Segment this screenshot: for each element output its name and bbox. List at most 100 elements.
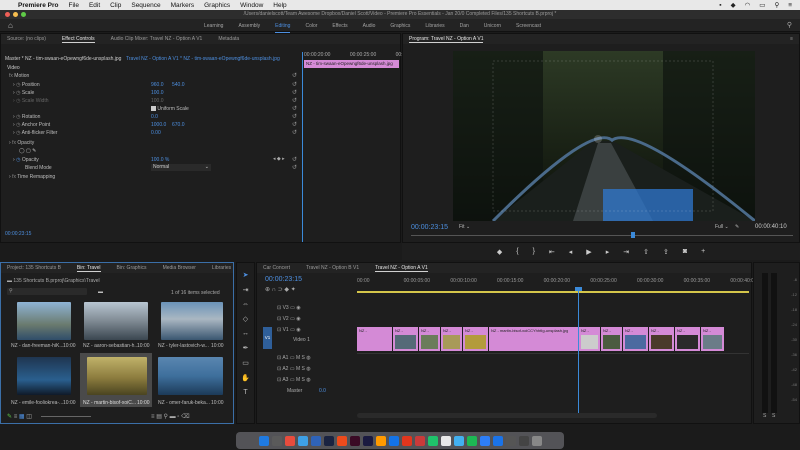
- ellipse-mask-icon[interactable]: ◯: [19, 148, 25, 154]
- step-back-icon[interactable]: ◂: [569, 248, 573, 256]
- time-remap-row[interactable]: › fx Time Remapping: [9, 174, 55, 180]
- menu-sequence[interactable]: Sequence: [131, 2, 160, 9]
- chrome-icon[interactable]: [284, 435, 295, 446]
- workspace-tab-effects[interactable]: Effects: [332, 23, 347, 29]
- keyframe-nav[interactable]: ◂ ◆ ▸: [273, 156, 285, 162]
- position-y-value[interactable]: 540.0: [172, 82, 185, 88]
- timeline-clip[interactable]: NZ -: [357, 327, 392, 351]
- opacity-header-row[interactable]: › fx Opacity: [9, 140, 34, 146]
- lock-icon[interactable]: ⊡: [277, 366, 281, 372]
- quality-dropdown[interactable]: Full ⌄: [715, 224, 729, 230]
- workspace-tab-editing[interactable]: Editing: [275, 23, 291, 33]
- ec-mini-clip[interactable]: NZ - tim-swaan-eOpewngf6de-unsplash.jpg: [304, 60, 399, 68]
- scale-value[interactable]: 100.0: [151, 90, 164, 96]
- icon-view-icon[interactable]: ▦: [19, 414, 25, 420]
- reset-icon[interactable]: ↺: [292, 129, 297, 136]
- workspace-tab-graphics[interactable]: Graphics: [390, 23, 410, 29]
- after-effects-icon[interactable]: [362, 435, 373, 446]
- sequence-clip-label[interactable]: Travel NZ - Option A V1 * NZ - tim-swaan…: [126, 56, 280, 62]
- export-frame-icon[interactable]: ◙: [683, 248, 687, 255]
- search-icon[interactable]: ⚲: [164, 414, 168, 420]
- anchor-y-value[interactable]: 670.0: [172, 122, 185, 128]
- snap-icon[interactable]: ∩: [272, 287, 276, 293]
- motion-row[interactable]: fx Motion: [9, 73, 29, 79]
- close-window-button[interactable]: [5, 12, 10, 17]
- menu-icon[interactable]: ≡: [790, 36, 793, 42]
- xd-icon[interactable]: [388, 435, 399, 446]
- word-icon[interactable]: [492, 435, 503, 446]
- workspace-tab-color[interactable]: Color: [305, 23, 317, 29]
- tab-metadata[interactable]: Metadata: [218, 36, 239, 42]
- pen-mask-icon[interactable]: ✎: [32, 148, 36, 154]
- timeline-clip[interactable]: NZ -: [623, 327, 648, 351]
- menu-file[interactable]: File: [68, 2, 78, 9]
- tab-bin-travel[interactable]: Bin: Travel: [76, 265, 101, 272]
- menu-markers[interactable]: Markers: [171, 2, 194, 9]
- sync-icon[interactable]: ▭: [290, 377, 295, 383]
- reset-icon[interactable]: ↺: [292, 97, 297, 104]
- workspace-tab-dan[interactable]: Dan: [460, 23, 469, 29]
- reset-icon[interactable]: ↺: [292, 113, 297, 120]
- premiere-icon[interactable]: [323, 435, 334, 446]
- indesign-icon[interactable]: [349, 435, 360, 446]
- blend-mode-select[interactable]: Normal ⌄: [151, 164, 211, 171]
- thumbnail[interactable]: [84, 302, 148, 340]
- pencil-icon[interactable]: ✎: [7, 414, 12, 420]
- workspace-tab-learning[interactable]: Learning: [204, 23, 223, 29]
- thumbnail[interactable]: [158, 357, 223, 395]
- new-bin-icon[interactable]: ▬: [98, 289, 103, 295]
- razor-icon[interactable]: ◇: [243, 315, 248, 323]
- timeline-ruler[interactable]: 00:00 00:00:05:00 00:00:10:00 00:00:15:00 00…: [357, 276, 757, 286]
- work-area-bar[interactable]: [357, 291, 749, 293]
- app-store-icon[interactable]: [479, 435, 490, 446]
- timeline-clip[interactable]: NZ -: [463, 327, 488, 351]
- mark-out-icon[interactable]: }: [533, 248, 535, 255]
- solo-right[interactable]: S: [772, 413, 775, 419]
- tab-car-concert[interactable]: Car Concert: [263, 265, 290, 271]
- list-view-icon[interactable]: ≡: [14, 414, 18, 420]
- mark-in-icon[interactable]: {: [516, 248, 518, 255]
- lock-icon[interactable]: ⊡: [277, 305, 281, 311]
- track-select-icon[interactable]: ⇥: [243, 286, 249, 294]
- selection-tool-icon[interactable]: ➤: [243, 271, 249, 279]
- zoom-slider[interactable]: [41, 416, 91, 417]
- program-video-frame[interactable]: [453, 51, 755, 221]
- v1-track-area[interactable]: NZ - NZ - NZ - NZ - NZ - NZ - martin-bisof-xo…: [357, 327, 749, 351]
- playhead-handle[interactable]: [575, 287, 582, 291]
- hand-tool-icon[interactable]: ✋: [241, 374, 250, 382]
- nest-icon[interactable]: ⊕: [265, 287, 270, 293]
- go-to-out-icon[interactable]: ⇥: [623, 248, 629, 256]
- source-patch-v1[interactable]: V1: [263, 327, 272, 349]
- master-clip-label[interactable]: Master * NZ - tim-swaan-eOpewngf6de-unsp…: [5, 56, 121, 62]
- sort-icon[interactable]: ≡: [151, 414, 155, 420]
- trash-icon[interactable]: ⌫: [181, 414, 189, 420]
- reset-icon[interactable]: ↺: [292, 156, 297, 163]
- sync-icon[interactable]: ▭: [290, 305, 295, 311]
- minimize-window-button[interactable]: [13, 12, 18, 17]
- sync-icon[interactable]: ▭: [290, 316, 295, 322]
- microphone-icon[interactable]: ◍: [306, 355, 310, 361]
- lift-icon[interactable]: ⇧: [643, 248, 649, 256]
- reset-icon[interactable]: ↺: [292, 72, 297, 79]
- slip-icon[interactable]: ↔: [242, 330, 249, 337]
- messages-icon[interactable]: [466, 435, 477, 446]
- eye-icon[interactable]: ◉: [296, 305, 300, 311]
- new-bin-icon[interactable]: ▬: [170, 414, 176, 420]
- position-x-value[interactable]: 960.0: [151, 82, 164, 88]
- sync-icon[interactable]: ▭: [290, 327, 295, 333]
- trash-icon[interactable]: [531, 435, 542, 446]
- battery-icon[interactable]: ▭: [759, 1, 765, 9]
- menu-window[interactable]: Window: [240, 2, 263, 9]
- bin-search-input[interactable]: ⚲: [7, 288, 87, 295]
- timeline-playhead[interactable]: [578, 287, 579, 417]
- timeline-clip[interactable]: NZ -: [579, 327, 600, 351]
- tab-source[interactable]: Source: (no clips): [7, 36, 46, 42]
- zoom-window-button[interactable]: [21, 12, 26, 17]
- sync-icon[interactable]: ▭: [290, 355, 295, 361]
- workspace-tab-libraries[interactable]: Libraries: [425, 23, 444, 29]
- microphone-icon[interactable]: ◍: [306, 377, 310, 383]
- pen-tool-icon[interactable]: ✒: [243, 344, 249, 352]
- ripple-edit-icon[interactable]: ⇔: [242, 301, 249, 308]
- eye-icon[interactable]: ◉: [296, 327, 300, 333]
- tab-project[interactable]: Project: 135 Shortcuts B: [7, 265, 61, 271]
